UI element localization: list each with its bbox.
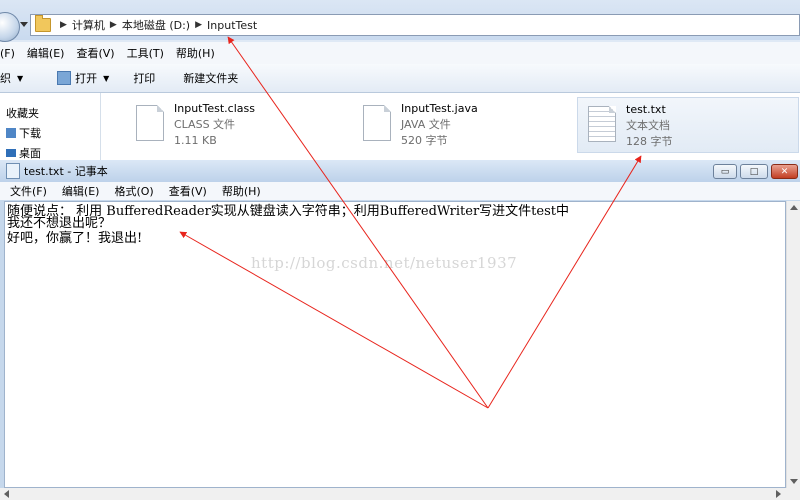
- scroll-left-icon[interactable]: [4, 490, 9, 498]
- notepad-icon: [6, 163, 20, 179]
- scroll-right-icon[interactable]: [776, 490, 781, 498]
- sidebar-item-downloads[interactable]: 下载: [6, 125, 41, 141]
- text-line: 好吧，你赢了！我退出!: [7, 231, 143, 246]
- chevron-down-icon: ▼: [103, 73, 110, 83]
- file-name: InputTest.java: [401, 102, 478, 115]
- file-name: test.txt: [626, 103, 666, 116]
- chevron-down-icon: ▼: [17, 73, 24, 83]
- open-icon: [57, 71, 72, 85]
- breadcrumb-separator-icon[interactable]: ▶: [60, 20, 67, 30]
- window-title: test.txt - 记事本: [24, 165, 108, 178]
- scroll-down-icon[interactable]: [790, 479, 798, 484]
- folder-icon: [35, 15, 51, 32]
- file-size: 128 字节: [626, 135, 673, 148]
- print-button[interactable]: 打印: [125, 70, 163, 86]
- menu-edit[interactable]: 编辑(E): [21, 45, 71, 61]
- text-editor-area[interactable]: 随便说点： 利用 BufferedReader实现从键盘读入字符串；利用Buff…: [4, 201, 786, 488]
- menu-tools[interactable]: 工具(T): [121, 45, 170, 61]
- back-button[interactable]: [0, 12, 20, 42]
- explorer-menu-bar: (F) 编辑(E) 查看(V) 工具(T) 帮助(H): [0, 42, 800, 64]
- navigation-pane: 收藏夹 下载 桌面: [0, 93, 101, 160]
- file-type: JAVA 文件: [401, 118, 451, 131]
- text-file-icon: [588, 106, 616, 142]
- navigation-bar: ▶ 计算机 ▶ 本地磁盘 (D:) ▶ InputTest: [0, 0, 800, 42]
- menu-format[interactable]: 格式(O): [104, 183, 158, 199]
- menu-file[interactable]: (F): [0, 47, 21, 60]
- maximize-button[interactable]: □: [740, 164, 768, 179]
- java-file-icon: [363, 105, 391, 141]
- menu-view[interactable]: 查看(V): [159, 183, 212, 199]
- notepad-title-bar[interactable]: test.txt - 记事本 ▭ □ ✕: [0, 160, 800, 182]
- scroll-up-icon[interactable]: [790, 205, 798, 210]
- horizontal-scrollbar[interactable]: [0, 488, 800, 500]
- file-name: InputTest.class: [174, 102, 255, 115]
- menu-help[interactable]: 帮助(H): [212, 183, 266, 199]
- file-list: InputTest.class CLASS 文件 1.11 KB InputTe…: [101, 93, 800, 160]
- vertical-scrollbar[interactable]: [786, 201, 800, 488]
- class-file-icon: [136, 105, 164, 141]
- minimize-button[interactable]: ▭: [713, 164, 737, 179]
- explorer-window: ▶ 计算机 ▶ 本地磁盘 (D:) ▶ InputTest (F) 编辑(E) …: [0, 0, 800, 160]
- open-button[interactable]: 打开 ▼: [49, 70, 117, 86]
- organize-label: 织: [0, 72, 11, 85]
- download-folder-icon: [6, 128, 16, 138]
- organize-button[interactable]: 织 ▼: [0, 70, 31, 86]
- explorer-toolbar: 织 ▼ 打开 ▼ 打印 新建文件夹: [0, 64, 800, 93]
- desktop-icon: [6, 149, 16, 157]
- address-bar[interactable]: ▶ 计算机 ▶ 本地磁盘 (D:) ▶ InputTest: [30, 14, 800, 36]
- file-size: 1.11 KB: [174, 134, 217, 147]
- file-size: 520 字节: [401, 134, 448, 147]
- file-type: CLASS 文件: [174, 118, 236, 131]
- file-item-inputtest-java[interactable]: InputTest.java JAVA 文件 520 字节: [353, 97, 533, 151]
- sidebar-item-label: 桌面: [19, 147, 41, 160]
- sidebar-favorites[interactable]: 收藏夹: [6, 105, 39, 121]
- history-dropdown-icon[interactable]: [20, 22, 28, 27]
- watermark-text: http://blog.csdn.net/netuser1937: [251, 254, 518, 272]
- text-line: 我还不想退出呢？: [7, 216, 112, 231]
- breadcrumb-inputtest[interactable]: InputTest: [207, 19, 257, 32]
- menu-help[interactable]: 帮助(H): [170, 45, 221, 61]
- notepad-window: test.txt - 记事本 ▭ □ ✕ 文件(F) 编辑(E) 格式(O) 查…: [0, 160, 800, 500]
- file-item-inputtest-class[interactable]: InputTest.class CLASS 文件 1.11 KB: [126, 97, 306, 151]
- menu-edit[interactable]: 编辑(E): [52, 183, 105, 199]
- breadcrumb-separator-icon[interactable]: ▶: [110, 20, 117, 30]
- menu-file[interactable]: 文件(F): [0, 183, 52, 199]
- breadcrumb-computer[interactable]: 计算机: [72, 17, 105, 33]
- close-button[interactable]: ✕: [771, 164, 798, 179]
- menu-view[interactable]: 查看(V): [70, 45, 120, 61]
- file-item-test-txt[interactable]: test.txt 文本文档 128 字节: [577, 97, 799, 153]
- notepad-menu-bar: 文件(F) 编辑(E) 格式(O) 查看(V) 帮助(H): [0, 182, 800, 200]
- new-folder-button[interactable]: 新建文件夹: [175, 70, 246, 86]
- sidebar-item-label: 下载: [19, 127, 41, 140]
- breadcrumb-drive-d[interactable]: 本地磁盘 (D:): [122, 17, 190, 33]
- open-label: 打开: [75, 72, 98, 85]
- file-type: 文本文档: [626, 119, 670, 132]
- sidebar-item-desktop[interactable]: 桌面: [6, 145, 41, 160]
- breadcrumb-separator-icon[interactable]: ▶: [195, 20, 202, 30]
